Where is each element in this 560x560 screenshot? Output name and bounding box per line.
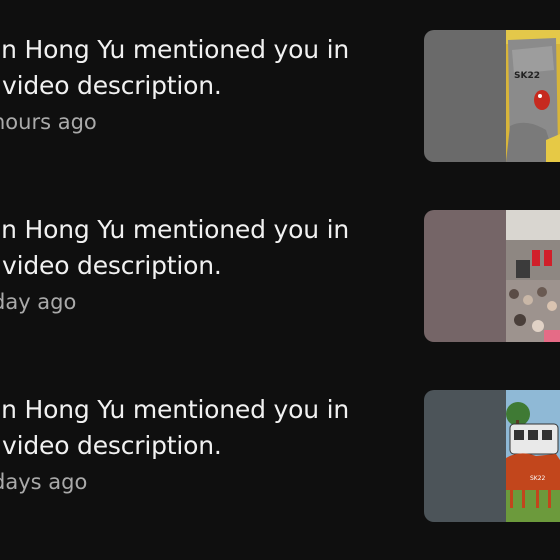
notifications-list: an Hong Yu mentioned you in video descri…: [0, 0, 560, 560]
notification-item[interactable]: an Hong Yu mentioned you in video descri…: [0, 30, 560, 162]
thumbnail-image: [506, 210, 560, 342]
notification-message-line2: video description.: [2, 431, 222, 460]
thumbnail-letterbox: [424, 390, 506, 522]
notification-message-line1: an Hong Yu mentioned you in: [0, 35, 349, 64]
thumbnail-label: SK22: [514, 71, 540, 81]
notification-message-line2: video description.: [2, 71, 222, 100]
notification-timestamp: hours ago: [0, 110, 97, 134]
notification-message: an Hong Yu mentioned you in video descri…: [0, 392, 396, 464]
video-thumbnail[interactable]: SK22: [424, 390, 560, 522]
video-thumbnail-cartoon-cow-van: SK22: [506, 390, 560, 522]
video-thumbnail-cartoon-sk22: SK22: [506, 30, 560, 162]
notification-message-line1: an Hong Yu mentioned you in: [0, 215, 349, 244]
thumbnail-label: SK22: [530, 475, 546, 482]
video-thumbnail-crowd-event: [506, 210, 560, 342]
notification-message-line2: video description.: [2, 251, 222, 280]
thumbnail-image: SK22: [506, 390, 560, 522]
notification-message: an Hong Yu mentioned you in video descri…: [0, 212, 396, 284]
notification-timestamp: day ago: [0, 290, 77, 314]
video-thumbnail[interactable]: SK22: [424, 30, 560, 162]
video-thumbnail[interactable]: [424, 210, 560, 342]
notification-timestamp: days ago: [0, 470, 88, 494]
notification-message-line1: an Hong Yu mentioned you in: [0, 395, 349, 424]
thumbnail-letterbox: [424, 30, 506, 162]
notification-message: an Hong Yu mentioned you in video descri…: [0, 32, 396, 104]
thumbnail-letterbox: [424, 210, 506, 342]
notification-item[interactable]: an Hong Yu mentioned you in video descri…: [0, 210, 560, 342]
notification-item[interactable]: an Hong Yu mentioned you in video descri…: [0, 390, 560, 522]
thumbnail-image: SK22: [506, 30, 560, 162]
